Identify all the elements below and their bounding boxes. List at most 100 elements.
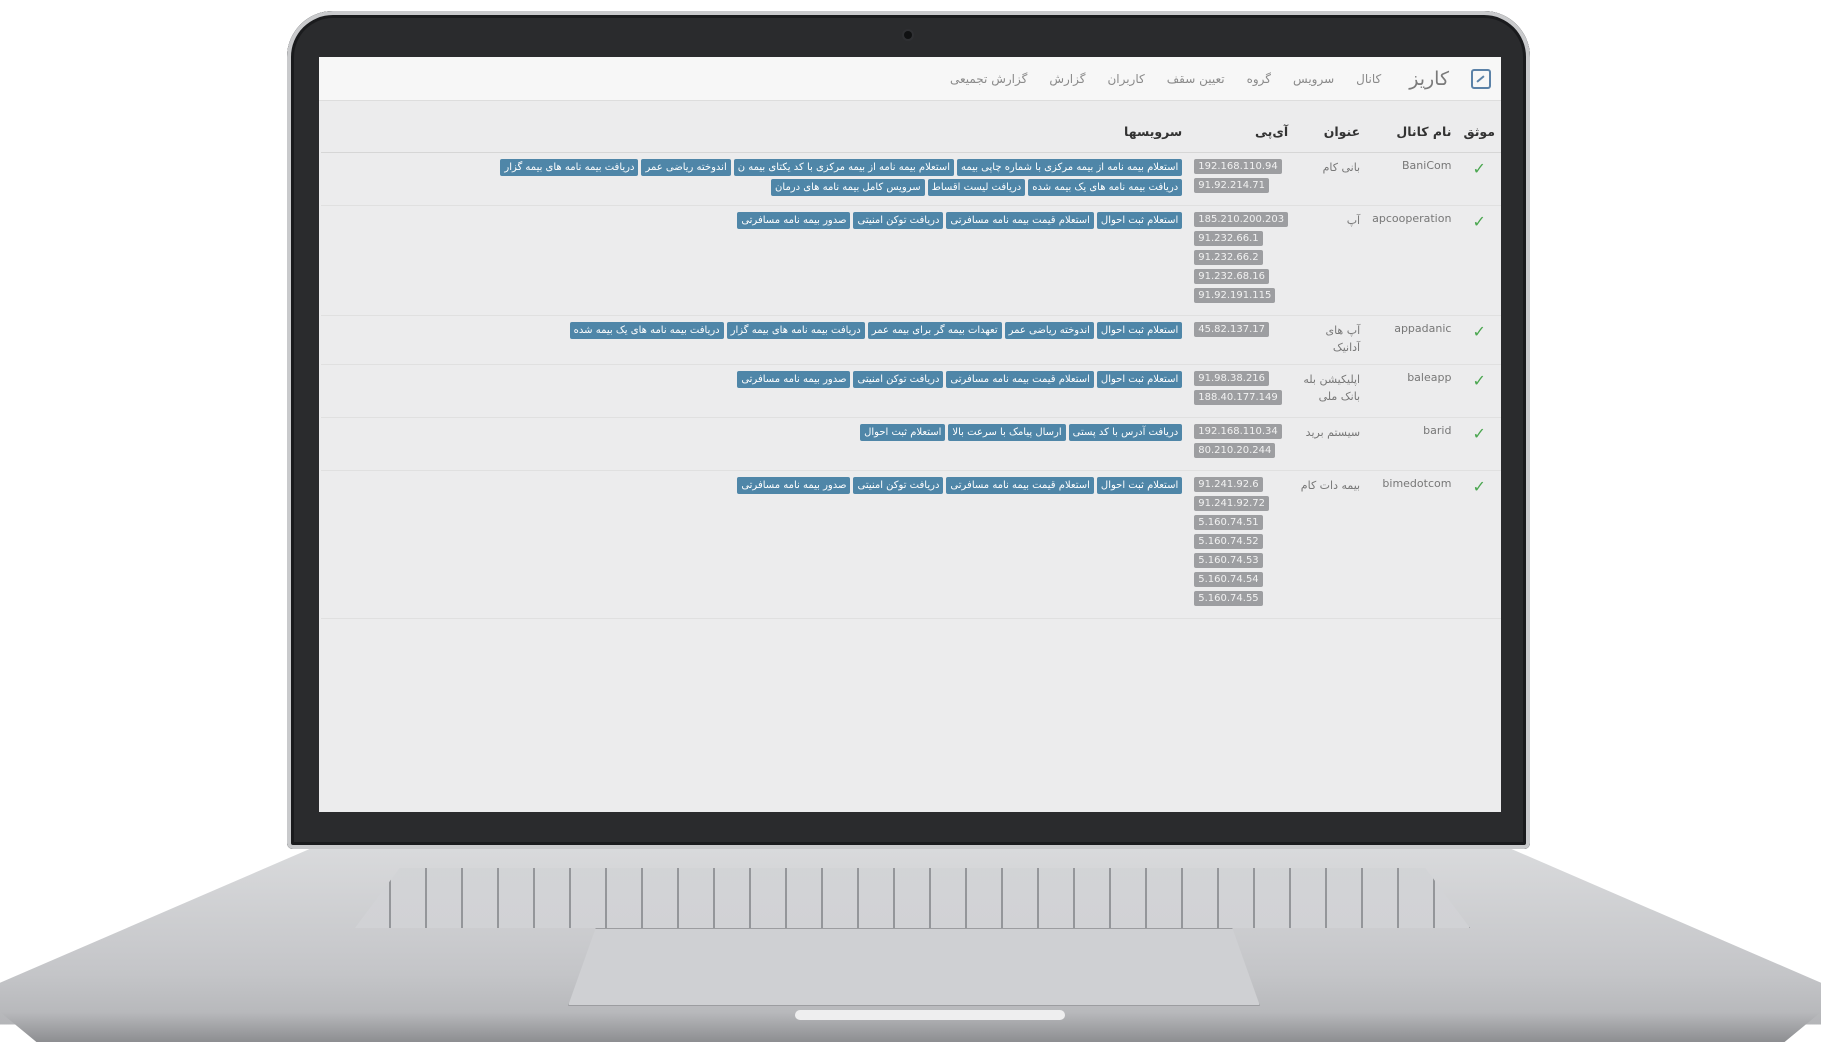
service-tag[interactable]: اندوخته ریاضی عمر	[1004, 322, 1094, 339]
service-tag[interactable]: صدور بیمه نامه مسافرتی	[737, 212, 851, 229]
channel-title: اپلیکیشن بله بانک ملی	[1294, 364, 1367, 418]
ip-badge: 188.40.177.149	[1194, 390, 1282, 405]
service-tag[interactable]: دریافت بیمه نامه های بیمه گزار	[726, 322, 865, 339]
service-tag[interactable]: دریافت توکن امنیتی	[853, 212, 944, 229]
channel-title: آپ های آدانیک	[1294, 315, 1367, 365]
ip-badge: 91.92.191.115	[1194, 288, 1276, 303]
edit-square-icon[interactable]	[1471, 68, 1491, 89]
nav-item-users[interactable]: کاربران	[1107, 72, 1144, 86]
nav-item-channel[interactable]: کانال	[1356, 72, 1381, 86]
nav-item-report[interactable]: گزارش	[1049, 72, 1085, 86]
service-tag[interactable]: استعلام قیمت بیمه نامه مسافرتی	[946, 477, 1094, 494]
service-tag[interactable]: استعلام قیمت بیمه نامه مسافرتی	[946, 371, 1094, 388]
table-row[interactable]: ✓ barid سیستم برید 192.168.110.34 80.210.20.…	[321, 417, 1501, 471]
service-tag[interactable]: دریافت آدرس با کد پستی	[1068, 424, 1183, 441]
laptop-lid-notch	[795, 1010, 1065, 1020]
channel-title: بیمه دات کام	[1294, 470, 1367, 619]
service-tag[interactable]: دریافت بیمه نامه های بیمه گزار	[500, 159, 639, 176]
service-tag[interactable]: استعلام ثبت احوال	[1096, 371, 1183, 388]
nav-item-group[interactable]: گروه	[1247, 72, 1271, 86]
table-row[interactable]: ✓ appadanic آپ های آدانیک 45.82.137.17 استعل…	[321, 315, 1501, 365]
ip-badge: 5.160.74.53	[1194, 553, 1263, 568]
brand-title[interactable]: کاریز	[1409, 68, 1449, 90]
header-trusted: موثق	[1457, 117, 1501, 153]
service-tag[interactable]: دریافت بیمه نامه های یک بیمه شده	[569, 322, 724, 339]
laptop-trackpad	[568, 928, 1260, 1006]
ip-badge: 5.160.74.55	[1194, 591, 1263, 606]
channel-title: بانی کام	[1294, 152, 1367, 206]
service-list: استعلام ثبت احوال استعلام قیمت بیمه نامه …	[402, 371, 1183, 388]
services-cell: استعلام ثبت احوال استعلام قیمت بیمه نامه …	[321, 364, 1189, 418]
check-icon: ✓	[1472, 159, 1486, 178]
channel-name: BaniCom	[1366, 152, 1458, 206]
trusted-cell: ✓	[1457, 364, 1501, 418]
table-row[interactable]: ✓ apcooperation آپ 185.210.200.203 91.232.66…	[321, 205, 1501, 316]
channel-name: apcooperation	[1366, 205, 1458, 316]
channel-title: سیستم برید	[1294, 417, 1367, 471]
check-icon: ✓	[1472, 212, 1486, 231]
table-row[interactable]: ✓ BaniCom بانی کام 192.168.110.94 91.92.214.…	[321, 152, 1501, 206]
nav-item-service[interactable]: سرویس	[1293, 72, 1334, 86]
service-tag[interactable]: استعلام ثبت احوال	[1096, 477, 1183, 494]
header-channel-name: نام کانال	[1366, 117, 1458, 153]
ip-badge: 91.98.38.216	[1194, 371, 1270, 386]
table-row[interactable]: ✓ bimedotcom بیمه دات کام 91.241.92.6 91.241…	[321, 470, 1501, 619]
channel-title: آپ	[1294, 205, 1367, 316]
ip-cell: 192.168.110.34 80.210.20.244	[1188, 417, 1295, 471]
service-tag[interactable]: استعلام ثبت احوال	[1096, 212, 1183, 229]
ip-cell: 185.210.200.203 91.232.66.1 91.232.66.2 91.…	[1188, 205, 1295, 316]
ip-list: 91.241.92.6 91.241.92.72 5.160.74.51 5.160.…	[1194, 477, 1288, 610]
service-tag[interactable]: صدور بیمه نامه مسافرتی	[737, 371, 851, 388]
service-tag[interactable]: ارسال پیامک با سرعت بالا	[948, 424, 1066, 441]
service-tag[interactable]: اندوخته ریاضی عمر	[641, 159, 731, 176]
service-tag[interactable]: دریافت بیمه نامه های یک بیمه شده	[1028, 179, 1183, 196]
ip-badge: 91.241.92.6	[1194, 477, 1263, 492]
trusted-cell: ✓	[1457, 417, 1501, 471]
ip-badge: 91.232.68.16	[1194, 269, 1270, 284]
service-tag[interactable]: دریافت توکن امنیتی	[853, 477, 944, 494]
service-tag[interactable]: استعلام بیمه نامه از بیمه مرکزی با شماره…	[957, 159, 1183, 176]
table-row[interactable]: ✓ baleapp اپلیکیشن بله بانک ملی 91.98.38.21…	[321, 364, 1501, 418]
service-list: استعلام بیمه نامه از بیمه مرکزی با شماره…	[402, 159, 1183, 196]
ip-badge: 192.168.110.34	[1194, 424, 1282, 439]
service-tag[interactable]: استعلام قیمت بیمه نامه مسافرتی	[946, 212, 1094, 229]
service-tag[interactable]: سرویس کامل بیمه نامه های درمان	[771, 179, 925, 196]
service-tag[interactable]: استعلام ثبت احوال	[1096, 322, 1183, 339]
service-tag[interactable]: دریافت توکن امنیتی	[853, 371, 944, 388]
laptop-keyboard	[355, 868, 1470, 928]
nav-item-aggregate-report[interactable]: گزارش تجمیعی	[950, 72, 1027, 86]
services-cell: استعلام ثبت احوال اندوخته ریاضی عمر تعهدات…	[321, 315, 1189, 365]
nav-item-limit[interactable]: تعیین سقف	[1167, 72, 1225, 86]
header-ip: آی‌پی	[1188, 117, 1295, 153]
channel-name: appadanic	[1366, 315, 1458, 365]
ip-badge: 45.82.137.17	[1194, 322, 1270, 337]
service-tag[interactable]: استعلام ثبت احوال	[860, 424, 946, 441]
services-cell: استعلام ثبت احوال استعلام قیمت بیمه نامه …	[321, 205, 1189, 316]
channel-name: baleapp	[1366, 364, 1458, 418]
service-tag[interactable]: دریافت لیست اقساط	[927, 179, 1026, 196]
ip-cell: 91.241.92.6 91.241.92.72 5.160.74.51 5.160.…	[1188, 470, 1295, 619]
ip-list: 185.210.200.203 91.232.66.1 91.232.66.2 91.…	[1194, 212, 1289, 307]
ip-cell: 91.98.38.216 188.40.177.149	[1188, 364, 1295, 418]
header-title: عنوان	[1294, 117, 1367, 153]
ip-list: 192.168.110.34 80.210.20.244	[1194, 424, 1288, 462]
trusted-cell: ✓	[1457, 152, 1501, 206]
check-icon: ✓	[1472, 371, 1486, 390]
ip-badge: 5.160.74.54	[1194, 572, 1263, 587]
channel-name: barid	[1366, 417, 1458, 471]
header-services: سرویسها	[321, 117, 1189, 153]
ip-badge: 185.210.200.203	[1194, 212, 1289, 227]
service-tag[interactable]: تعهدات بیمه گر برای بیمه عمر	[867, 322, 1002, 339]
channels-table: موثق نام کانال عنوان آی‌پی سرویسها ✓ Bani…	[321, 117, 1501, 619]
table-header-row: موثق نام کانال عنوان آی‌پی سرویسها	[321, 117, 1501, 153]
service-tag[interactable]: استعلام بیمه نامه از بیمه مرکزی با کد یک…	[733, 159, 955, 176]
laptop-lid: کاریز کانال سرویس گروه تعیین سقف کاربران…	[287, 11, 1530, 849]
service-tag[interactable]: صدور بیمه نامه مسافرتی	[737, 477, 851, 494]
services-cell: دریافت آدرس با کد پستی ارسال پیامک با سرع…	[321, 417, 1189, 471]
ip-badge: 91.232.66.1	[1194, 231, 1263, 246]
ip-badge: 91.92.214.71	[1194, 178, 1270, 193]
trusted-cell: ✓	[1457, 470, 1501, 619]
service-list: دریافت آدرس با کد پستی ارسال پیامک با سرع…	[402, 424, 1183, 441]
ip-badge: 80.210.20.244	[1194, 443, 1276, 458]
ip-list: 192.168.110.94 91.92.214.71	[1194, 159, 1288, 197]
